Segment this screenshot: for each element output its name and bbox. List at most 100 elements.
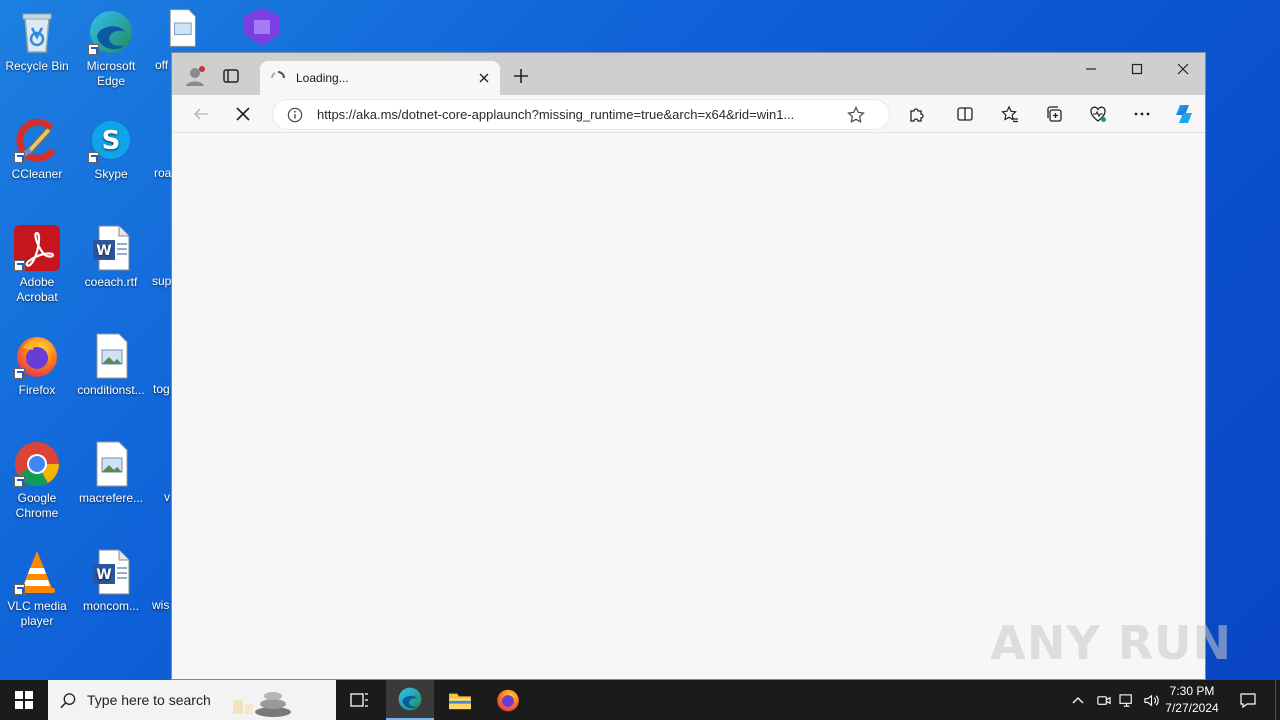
taskbar-firefox-button[interactable] [484, 680, 532, 720]
back-button[interactable] [188, 101, 214, 127]
copilot-icon [1176, 105, 1192, 123]
desktop-icon-moncom[interactable]: W moncom... [74, 548, 148, 614]
partial-label-1: off [155, 58, 169, 72]
svg-text:W: W [96, 567, 111, 583]
image-file-icon [87, 332, 135, 380]
desktop-icon-label: conditionst... [77, 383, 145, 397]
browser-essentials-button[interactable] [1085, 101, 1111, 127]
extensions-button[interactable] [904, 101, 930, 127]
desktop-icon-label: VLC media player [7, 599, 67, 628]
taskbar-clock[interactable]: 7:30 PM 7/27/2024 [1162, 683, 1222, 717]
taskbar-edge-button[interactable] [386, 680, 434, 720]
shortcut-arrow-icon [14, 152, 25, 163]
desktop-icon-label: moncom... [82, 599, 139, 613]
desktop-icon-adobe-acrobat[interactable]: Adobe Acrobat [0, 224, 74, 305]
minimize-icon [1086, 68, 1096, 70]
desktop-icon-firefox[interactable]: Firefox [0, 332, 74, 398]
tab-loading[interactable]: Loading... [260, 61, 500, 95]
tray-volume-button[interactable] [1140, 680, 1162, 720]
split-screen-button[interactable] [952, 101, 978, 127]
chrome-icon [13, 440, 61, 488]
close-window-button[interactable] [1160, 53, 1206, 85]
desktop-icon-label: Adobe Acrobat [16, 275, 58, 304]
minimize-button[interactable] [1068, 53, 1114, 85]
task-view-button[interactable] [336, 680, 384, 720]
close-icon [1177, 63, 1189, 75]
tab-strip: Loading... [172, 53, 1205, 95]
shortcut-arrow-icon [88, 44, 99, 55]
search-highlight-stones-icon [232, 692, 291, 717]
desktop-icon-label: CCleaner [11, 167, 63, 181]
stop-icon [236, 107, 250, 121]
favorites-button[interactable] [997, 101, 1023, 127]
desktop-icon-conditionst[interactable]: conditionst... [74, 332, 148, 398]
desktop-icon-macrefere[interactable]: macrefere... [74, 440, 148, 506]
site-info-icon[interactable] [287, 107, 303, 123]
more-dots-icon [1134, 112, 1150, 116]
maximize-button[interactable] [1114, 53, 1160, 85]
shortcut-arrow-icon [14, 368, 25, 379]
settings-more-button[interactable] [1129, 101, 1155, 127]
page-content-area[interactable] [172, 133, 1205, 679]
puzzle-icon [910, 108, 924, 122]
windows-logo-icon [15, 691, 33, 709]
taskbar-file-explorer-button[interactable] [436, 680, 484, 720]
close-tab-icon[interactable] [478, 72, 490, 84]
url-text: https://aka.ms/dotnet-core-applaunch?mis… [317, 107, 795, 122]
tray-network-button[interactable] [1116, 680, 1138, 720]
speaker-icon [1143, 694, 1159, 706]
search-icon [60, 692, 76, 708]
taskbar-search-box[interactable]: Type here to search [48, 680, 336, 720]
partial-label-2: roa [154, 166, 172, 180]
network-icon [1118, 693, 1132, 707]
show-desktop-button[interactable] [1275, 680, 1280, 720]
desktop-icon-skype[interactable]: S Skype [74, 116, 148, 182]
plus-icon [514, 69, 528, 83]
maximize-icon [1131, 63, 1143, 75]
desktop-icon-recycle-bin[interactable]: Recycle Bin [0, 8, 74, 74]
ccleaner-icon [13, 116, 61, 164]
copilot-button[interactable] [1171, 101, 1197, 127]
taskbar: Type here to search 7:30 PM 7/27/2024 [0, 680, 1280, 720]
image-file-icon [87, 440, 135, 488]
navigation-toolbar: https://aka.ms/dotnet-core-applaunch?mis… [172, 95, 1205, 133]
tab-actions-button[interactable] [222, 67, 240, 85]
acrobat-icon [13, 224, 61, 272]
purple-app-icon[interactable] [238, 6, 286, 52]
desktop-icon-label: coeach.rtf [84, 275, 138, 289]
desktop-icon-ccleaner[interactable]: CCleaner [0, 116, 74, 182]
show-hidden-icons-button[interactable] [1068, 680, 1088, 720]
desktop-icon-label: Recycle Bin [5, 59, 69, 73]
collections-button[interactable] [1041, 101, 1067, 127]
stop-loading-button[interactable] [230, 101, 256, 127]
notifications-button[interactable] [1232, 680, 1264, 720]
edge-icon [398, 687, 422, 711]
back-arrow-icon [193, 108, 208, 120]
address-bar[interactable]: https://aka.ms/dotnet-core-applaunch?mis… [272, 99, 890, 130]
desktop-icon-label: Google Chrome [15, 491, 59, 520]
chevron-up-icon [1072, 697, 1084, 704]
word-doc-icon: W [87, 224, 135, 272]
vlc-icon [13, 548, 61, 596]
firefox-icon [13, 332, 61, 380]
desktop-icon-label: Firefox [18, 383, 56, 397]
profile-button[interactable] [184, 65, 206, 87]
shortcut-arrow-icon [88, 152, 99, 163]
shortcut-arrow-icon [14, 260, 25, 271]
favorite-star-icon[interactable] [847, 105, 865, 124]
new-tab-button[interactable] [512, 67, 530, 85]
partial-label-6: wis [152, 598, 170, 612]
meet-camera-icon [1096, 695, 1111, 705]
desktop-icon-google-chrome[interactable]: Google Chrome [0, 440, 74, 521]
desktop-icon-vlc[interactable]: VLC media player [0, 548, 74, 629]
collections-icon [1047, 106, 1062, 122]
svg-text:W: W [96, 243, 111, 259]
anyrun-watermark: ANY RUN [990, 616, 1232, 670]
desktop-icon-microsoft-edge[interactable]: Microsoft Edge [74, 8, 148, 89]
desktop-icon-coeach-rtf[interactable]: W coeach.rtf [74, 224, 148, 290]
start-button[interactable] [0, 680, 48, 720]
loading-spinner-icon [271, 71, 285, 79]
tray-meet-button[interactable] [1093, 680, 1113, 720]
edge-icon [87, 8, 135, 56]
image-file-icon [162, 8, 202, 56]
